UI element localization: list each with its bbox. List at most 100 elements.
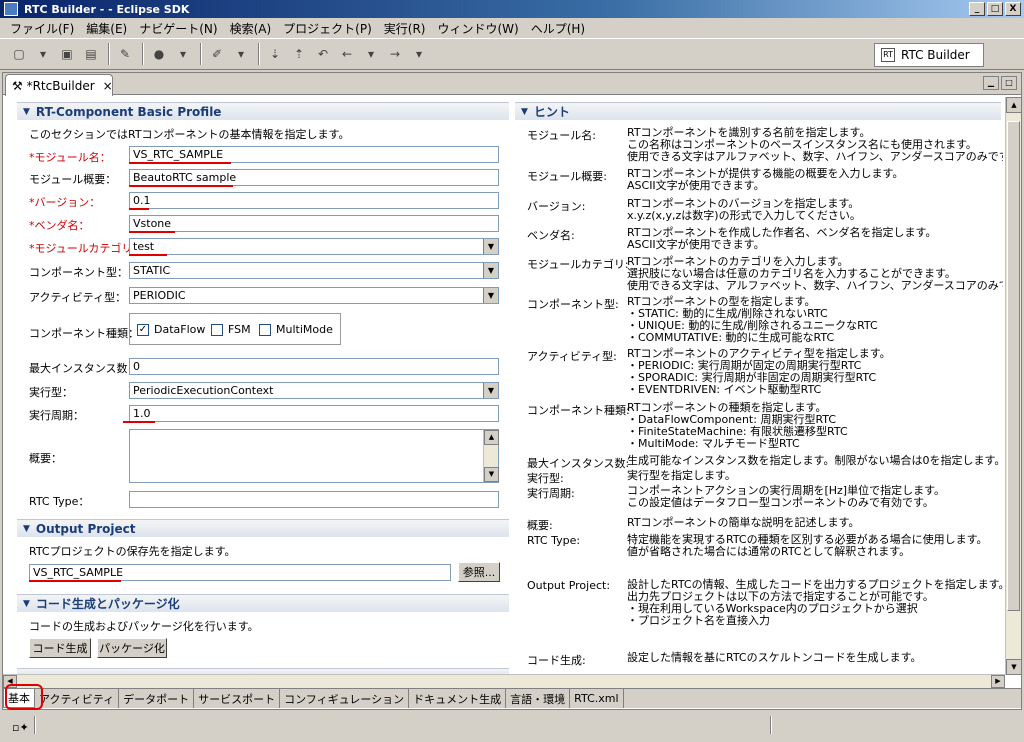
max-instance-input[interactable]: 0 bbox=[129, 358, 499, 375]
window-title: RTC Builder - - Eclipse SDK bbox=[24, 2, 190, 16]
component-type-value: STATIC bbox=[133, 264, 171, 277]
check-icon: ✓ bbox=[137, 323, 149, 336]
scroll-up-icon[interactable]: ▲ bbox=[484, 430, 499, 445]
editor-vertical-scrollbar[interactable]: ▲ ▼ bbox=[1005, 97, 1022, 675]
tools-icon[interactable]: ✐ bbox=[206, 43, 228, 65]
section-title: ヒント bbox=[533, 105, 570, 119]
scroll-down-icon[interactable]: ▼ bbox=[484, 467, 499, 482]
exec-type-combo[interactable]: PeriodicExecutionContext ▼ bbox=[129, 382, 499, 399]
rtc-type-input[interactable] bbox=[129, 491, 499, 508]
activity-type-combo[interactable]: PERIODIC ▼ bbox=[129, 287, 499, 304]
chevron-down-icon[interactable]: ▼ bbox=[483, 239, 498, 254]
menu-navigate[interactable]: ナビゲート(N) bbox=[133, 20, 223, 37]
menu-search[interactable]: 検索(A) bbox=[224, 20, 278, 37]
menu-window[interactable]: ウィンドウ(W) bbox=[431, 20, 524, 37]
dropdown-arrow-icon[interactable]: ▾ bbox=[360, 43, 382, 65]
tab-serviceport[interactable]: サービスポート bbox=[194, 689, 281, 708]
codegen-header[interactable]: ▼ コード生成とパッケージ化 bbox=[17, 594, 509, 612]
collapse-icon: ▼ bbox=[23, 598, 30, 609]
editor-horizontal-scrollbar[interactable]: ◀ ▶ bbox=[3, 674, 1005, 688]
abstract-label: 概要： bbox=[29, 452, 62, 465]
menubar: ファイル(F) 編集(E) ナビゲート(N) 検索(A) プロジェクト(P) 実… bbox=[0, 18, 1024, 38]
category-value: test bbox=[133, 240, 155, 253]
save-icon[interactable]: ▣ bbox=[56, 43, 78, 65]
dataflow-checkbox[interactable]: ✓ DataFlow bbox=[137, 323, 205, 336]
tab-configuration[interactable]: コンフィギュレーション bbox=[280, 689, 410, 708]
prev-annotation-icon[interactable]: ⇡ bbox=[288, 43, 310, 65]
chevron-down-icon[interactable]: ▼ bbox=[483, 288, 498, 303]
menu-edit[interactable]: 編集(E) bbox=[80, 20, 133, 37]
component-type-combo[interactable]: STATIC ▼ bbox=[129, 262, 499, 279]
back-icon[interactable]: ← bbox=[336, 43, 358, 65]
menu-run[interactable]: 実行(R) bbox=[378, 20, 432, 37]
hint-key: RTC Type: bbox=[527, 534, 581, 547]
tab-rtcxml[interactable]: RTC.xml bbox=[570, 689, 624, 708]
output-project-input[interactable]: VS_RTC_SAMPLE bbox=[29, 564, 451, 581]
vendor-label: *ベンダ名： bbox=[29, 219, 90, 232]
hint-header[interactable]: ▼ ヒント bbox=[515, 102, 1001, 120]
hint-key: アクティビティ型: bbox=[527, 350, 617, 363]
generate-code-button[interactable]: コード生成 bbox=[29, 638, 91, 658]
category-combo[interactable]: test ▼ bbox=[129, 238, 499, 255]
abstract-scrollbar[interactable]: ▲ ▼ bbox=[483, 430, 499, 482]
max-instance-label: 最大インスタンス数： bbox=[29, 362, 139, 375]
module-name-label: *モジュール名： bbox=[29, 151, 111, 164]
rtc-builder-icon[interactable]: ✎ bbox=[114, 43, 136, 65]
package-button[interactable]: パッケージ化 bbox=[97, 638, 167, 658]
module-name-input[interactable]: VS_RTC_SAMPLE bbox=[129, 146, 499, 163]
last-edit-icon[interactable]: ↶ bbox=[312, 43, 334, 65]
hint-text: RTコンポーネントのバージョンを指定します。 x.y.z(x,y,zは数字)の形… bbox=[627, 197, 861, 222]
next-annotation-icon[interactable]: ⇣ bbox=[264, 43, 286, 65]
fsm-checkbox[interactable]: FSM bbox=[211, 323, 251, 336]
perspective-rtc-builder[interactable]: RT RTC Builder bbox=[874, 43, 984, 67]
basic-profile-description: このセクションではRTコンポーネントの基本情報を指定します。 bbox=[29, 128, 350, 141]
scroll-up-icon[interactable]: ▲ bbox=[1006, 97, 1022, 113]
module-desc-input[interactable]: BeautoRTC sample bbox=[129, 169, 499, 186]
close-button[interactable]: X bbox=[1005, 2, 1021, 16]
hint-key: コード生成: bbox=[527, 654, 586, 667]
run-icon[interactable]: ● bbox=[148, 43, 170, 65]
maximize-button[interactable]: □ bbox=[987, 2, 1003, 16]
multimode-checkbox[interactable]: MultiMode bbox=[259, 323, 333, 336]
fast-view-icon[interactable]: ▫✦ bbox=[12, 721, 29, 734]
editor-tab-rtcbuilder[interactable]: ⚒ *RtcBuilder × bbox=[5, 74, 113, 96]
menu-project[interactable]: プロジェクト(P) bbox=[277, 20, 378, 37]
hint-text: 特定機能を実現するRTCの種類を区別する必要がある場合に使用します。 値が省略さ… bbox=[627, 533, 988, 558]
scroll-right-icon[interactable]: ▶ bbox=[991, 675, 1005, 688]
editor-area: ⚒ *RtcBuilder × ▁ □ ▼ RT-Component Basic… bbox=[2, 72, 1022, 710]
menu-file[interactable]: ファイル(F) bbox=[4, 20, 80, 37]
editor-page-tabs: 基本 アクティビティ データポート サービスポート コンフィギュレーション ドキ… bbox=[3, 688, 1021, 708]
scroll-thumb[interactable] bbox=[1007, 121, 1020, 611]
version-input[interactable]: 0.1 bbox=[129, 192, 499, 209]
dropdown-arrow-icon[interactable]: ▾ bbox=[172, 43, 194, 65]
output-project-header[interactable]: ▼ Output Project bbox=[17, 519, 509, 537]
exec-rate-input[interactable]: 1.0 bbox=[129, 405, 499, 422]
tab-document[interactable]: ドキュメント生成 bbox=[409, 689, 507, 708]
hint-text: 実行型を指定します。 bbox=[627, 469, 736, 482]
vendor-input[interactable]: Vstone bbox=[129, 215, 499, 232]
close-icon[interactable]: × bbox=[103, 79, 113, 93]
basic-profile-header[interactable]: ▼ RT-Component Basic Profile bbox=[17, 102, 509, 120]
tab-language[interactable]: 言語・環境 bbox=[506, 689, 571, 708]
new-icon[interactable]: ▢ bbox=[8, 43, 30, 65]
print-icon[interactable]: ▤ bbox=[80, 43, 102, 65]
scroll-down-icon[interactable]: ▼ bbox=[1006, 659, 1022, 675]
menu-help[interactable]: ヘルプ(H) bbox=[525, 20, 591, 37]
status-separator bbox=[770, 716, 772, 734]
forward-icon[interactable]: → bbox=[384, 43, 406, 65]
chevron-down-icon[interactable]: ▼ bbox=[483, 263, 498, 278]
tab-dataport[interactable]: データポート bbox=[119, 689, 195, 708]
hint-text: コンポーネントアクションの実行周期を[Hz]単位で指定します。 この設定値はデー… bbox=[627, 484, 945, 509]
dropdown-arrow-icon[interactable]: ▾ bbox=[408, 43, 430, 65]
collapse-icon: ▼ bbox=[521, 106, 528, 117]
tab-activity[interactable]: アクティビティ bbox=[35, 689, 120, 708]
dropdown-arrow-icon[interactable]: ▾ bbox=[230, 43, 252, 65]
chevron-down-icon[interactable]: ▼ bbox=[483, 383, 498, 398]
underline-annotation bbox=[129, 162, 231, 164]
minimize-view-icon[interactable]: ▁ bbox=[983, 76, 999, 90]
browse-button[interactable]: 参照... bbox=[458, 562, 500, 582]
dropdown-arrow-icon[interactable]: ▾ bbox=[32, 43, 54, 65]
minimize-button[interactable]: _ bbox=[969, 2, 985, 16]
maximize-view-icon[interactable]: □ bbox=[1001, 76, 1017, 90]
abstract-textarea[interactable]: ▲ ▼ bbox=[129, 429, 499, 483]
